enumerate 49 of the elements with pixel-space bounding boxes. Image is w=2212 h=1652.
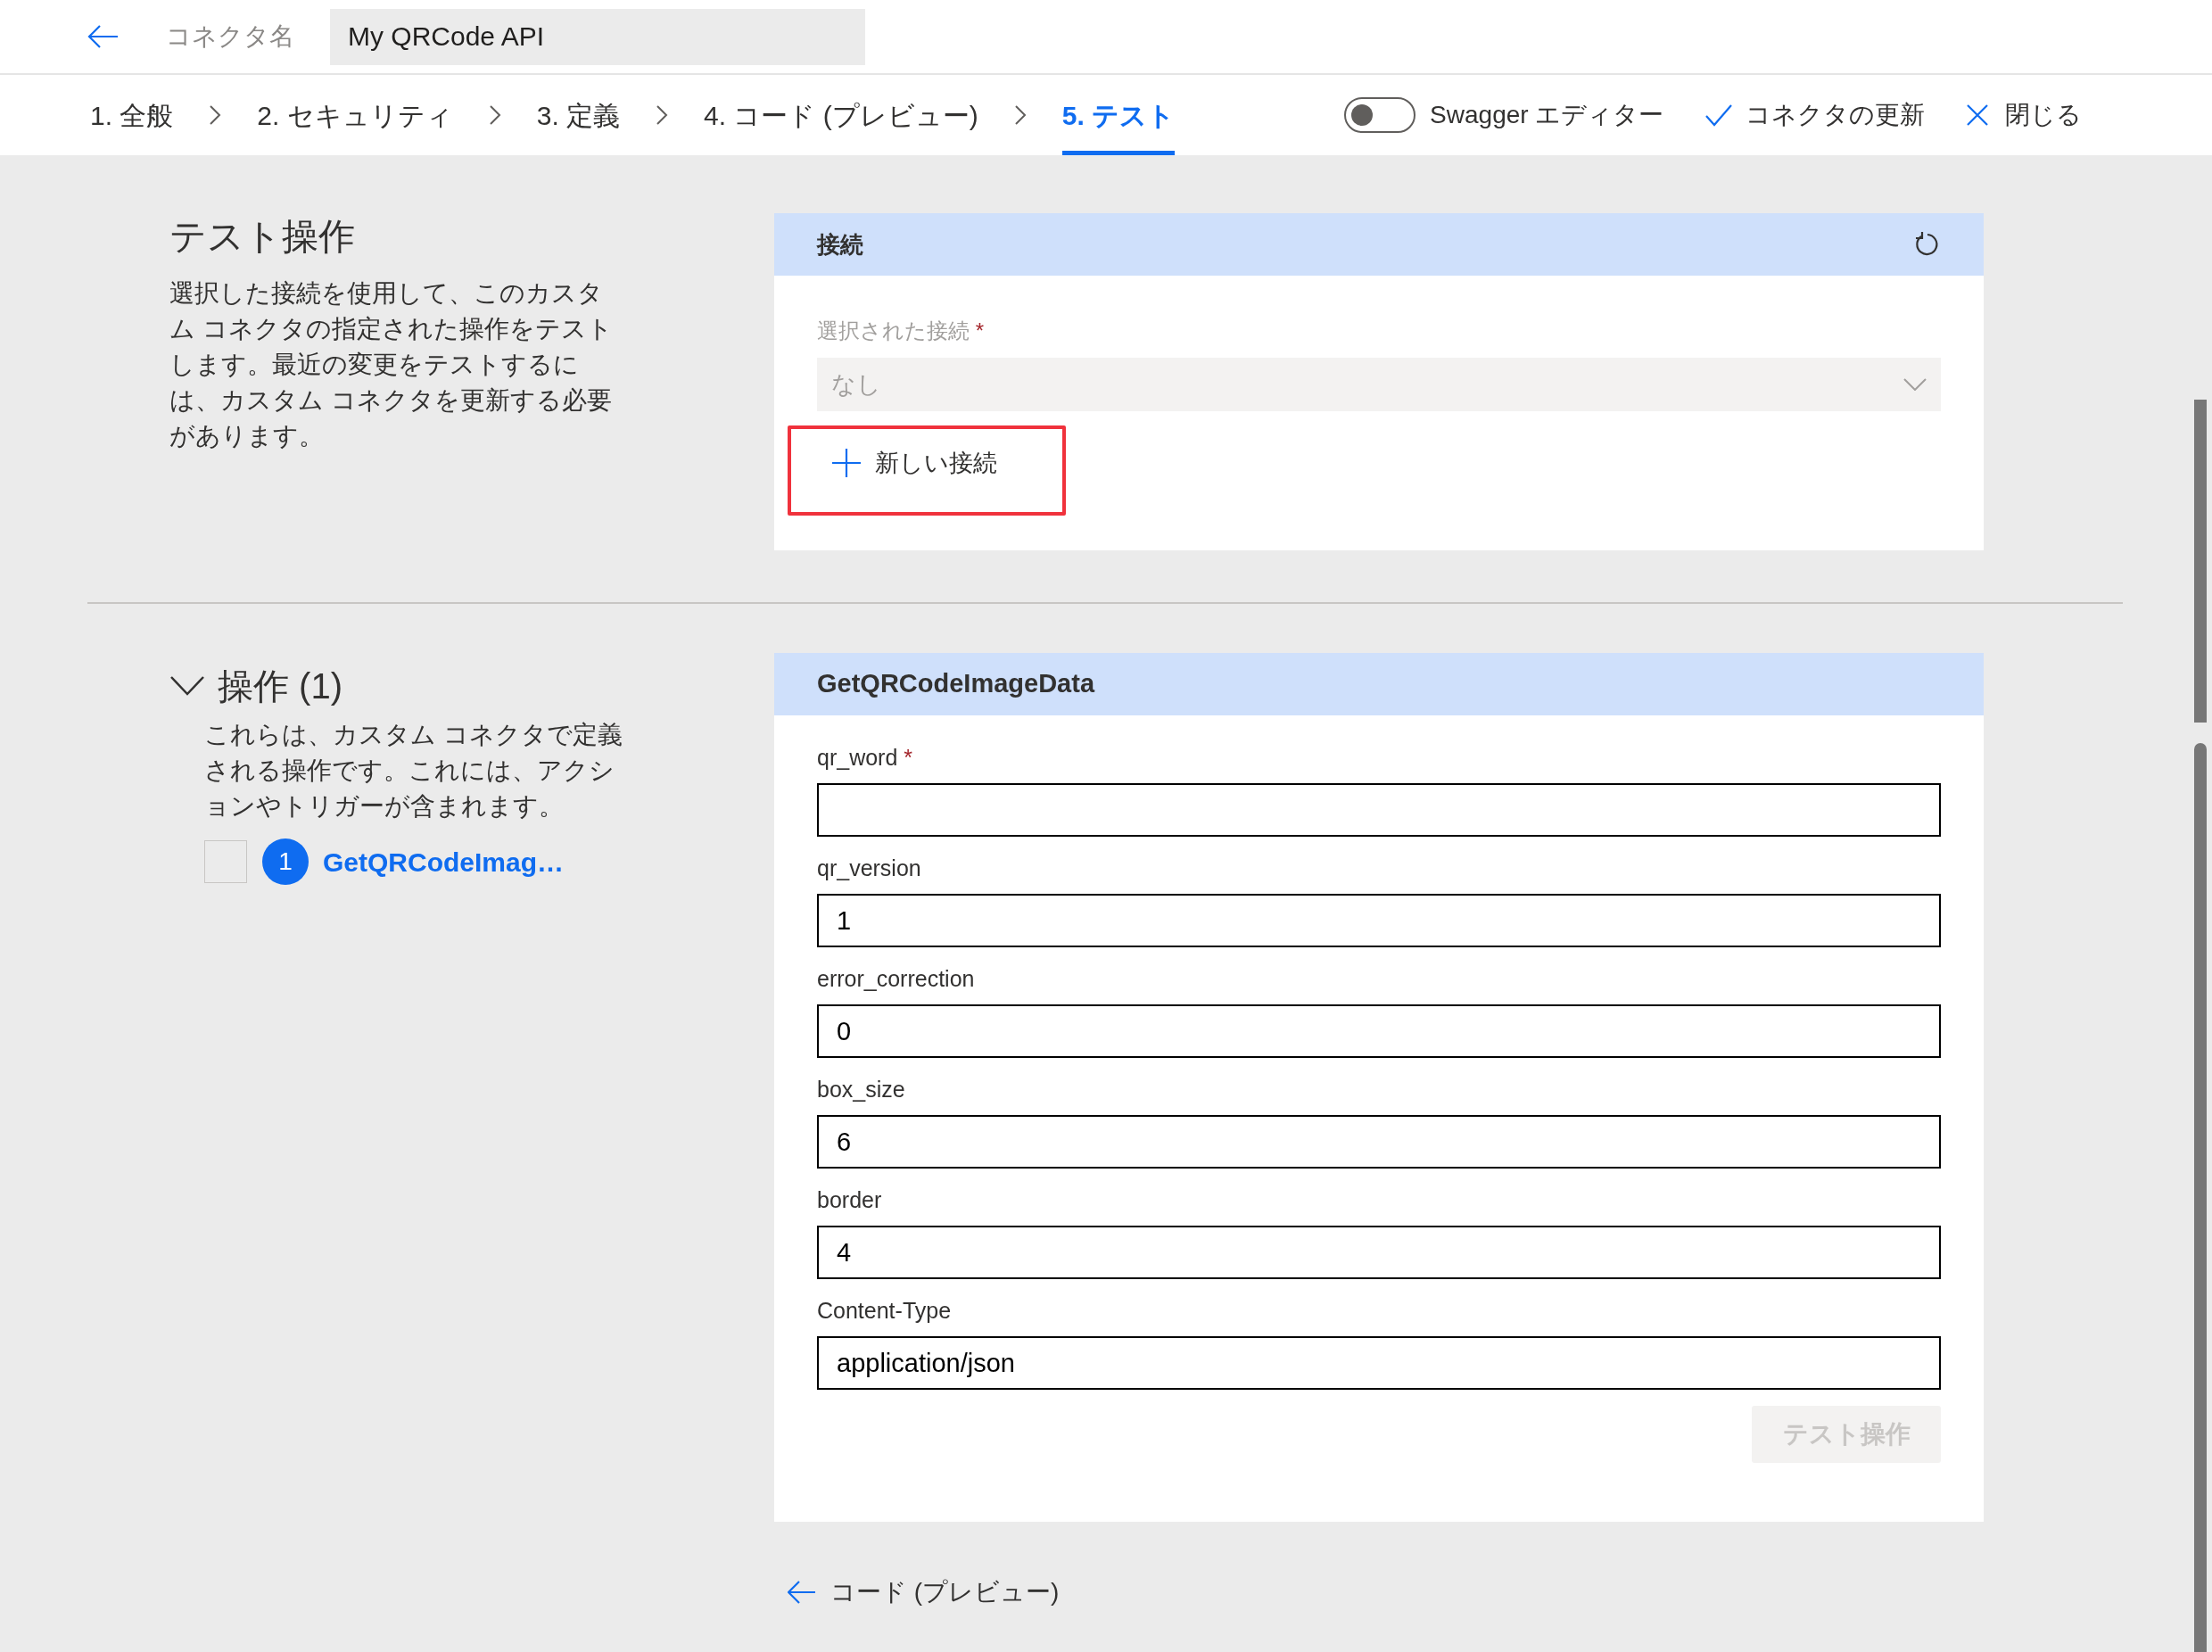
input-field[interactable]: 0 <box>817 1004 1941 1058</box>
field-label: qr_version <box>817 855 922 882</box>
field-label: box_size <box>817 1076 906 1103</box>
step-tab[interactable]: 5. テスト <box>1061 75 1176 155</box>
required-mark: * <box>975 318 984 343</box>
back-arrow-icon <box>788 1581 816 1604</box>
checkmark-icon <box>1704 103 1734 128</box>
scrollbar-thumb[interactable] <box>2194 743 2207 1652</box>
chevron-right-icon <box>209 104 222 126</box>
chevron-down-icon <box>170 676 204 696</box>
step-tab[interactable]: 2. セキュリティ <box>257 75 453 155</box>
close-button[interactable]: 閉じる <box>1966 96 2083 134</box>
card-title: 接続 <box>817 229 863 260</box>
input-field[interactable]: 1 <box>817 894 1941 947</box>
input-field[interactable]: 4 <box>817 1226 1941 1279</box>
operation-checkbox[interactable] <box>204 840 247 883</box>
operations-title: 操作 (1) <box>218 665 343 707</box>
field-label: 選択された接続 * <box>817 318 985 344</box>
section-description: 選択した接続を使用して、このカスタム コネクタの指定された操作をテストします。最近の変更をテストするには、カスタム コネクタを更新する必要があります。 <box>169 278 614 451</box>
chevron-down-icon <box>1903 378 1927 391</box>
update-connector-button[interactable]: コネクタの更新 <box>1704 96 1926 134</box>
swagger-toggle[interactable] <box>1344 97 1416 133</box>
input-field[interactable]: 6 <box>817 1115 1941 1169</box>
section-title: テスト操作 <box>169 215 356 259</box>
field-label: border <box>817 1186 883 1214</box>
step-tab[interactable]: 3. 定義 <box>536 75 621 155</box>
back-arrow-icon[interactable] <box>87 24 120 49</box>
back-link[interactable]: コード (プレビュー) <box>788 1574 1060 1611</box>
step-tab[interactable]: 1. 全般 <box>90 75 174 155</box>
input-field[interactable] <box>817 783 1941 837</box>
swagger-toggle-label: Swagger エディター <box>1430 100 1664 130</box>
operations-description: これらは、カスタム コネクタで定義される操作です。これには、アクションやトリガーが含まれます。 <box>204 720 623 822</box>
operation-number-badge: 1 <box>262 838 309 885</box>
card-title: GetQRCodeImageData <box>817 668 1094 700</box>
chevron-right-icon <box>656 104 669 126</box>
field-label: Content-Type <box>817 1297 953 1325</box>
required-mark: * <box>904 745 912 770</box>
chevron-right-icon <box>488 104 501 126</box>
connector-name-field[interactable]: My QRCode API <box>330 8 865 65</box>
plus-icon <box>832 449 861 478</box>
field-label: qr_word * <box>817 744 913 772</box>
close-icon <box>1966 103 1990 127</box>
step-tab[interactable]: 4. コード (プレビュー) <box>704 75 978 155</box>
scrollbar-thumb[interactable] <box>2194 400 2207 723</box>
input-field[interactable]: application/json <box>817 1336 1941 1390</box>
connector-name-label: コネクタ名 <box>166 21 294 52</box>
operation-link[interactable]: GetQRCodeImag… <box>323 841 565 882</box>
chevron-right-icon <box>1013 104 1027 126</box>
field-label: error_correction <box>817 965 976 993</box>
